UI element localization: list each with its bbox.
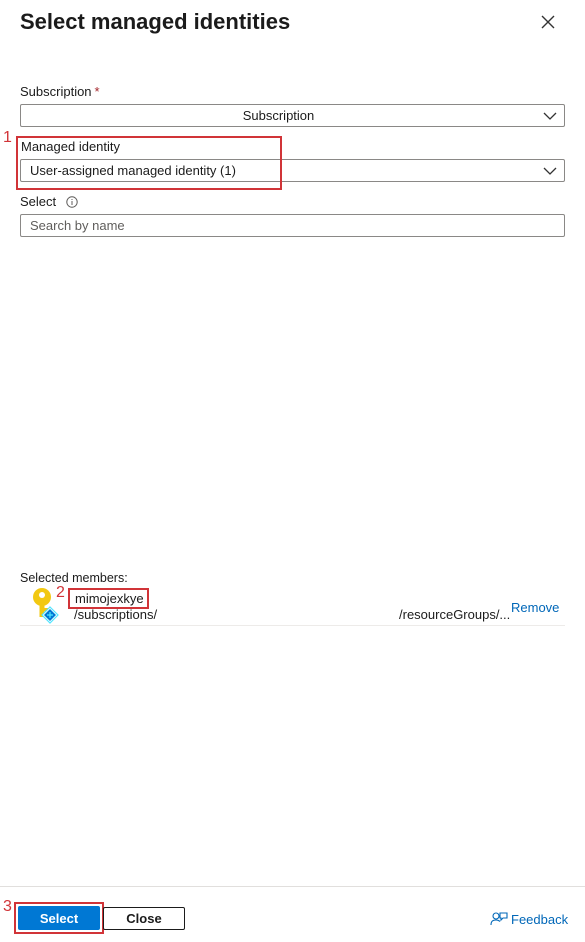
close-button[interactable]: Close [103, 907, 185, 930]
search-input[interactable]: Search by name [20, 214, 565, 237]
close-icon[interactable] [536, 10, 560, 34]
selected-members-label: Selected members: [20, 571, 128, 585]
feedback-link[interactable]: Feedback [490, 911, 568, 927]
feedback-label: Feedback [511, 911, 569, 927]
feedback-icon [490, 912, 508, 926]
footer-divider [0, 886, 585, 887]
member-path-end: /resourceGroups/... [399, 607, 511, 622]
chevron-down-icon [536, 167, 564, 175]
required-mark: * [94, 84, 100, 99]
select-label: Select [20, 194, 78, 209]
member-path-start: /subscriptions/ [74, 607, 158, 622]
annotation-step-2: 2 [56, 584, 65, 601]
annotation-step-1: 1 [3, 129, 12, 146]
managed-identity-dropdown[interactable]: User-assigned managed identity (1) [20, 159, 565, 182]
managed-identity-label: Managed identity [21, 139, 121, 154]
member-name: mimojexkye [75, 591, 144, 606]
managed-identity-value: User-assigned managed identity (1) [30, 163, 236, 178]
remove-member-link[interactable]: Remove [511, 600, 559, 615]
search-placeholder: Search by name [30, 218, 125, 233]
subscription-dropdown[interactable]: Subscription [20, 104, 565, 127]
subscription-value: Subscription [242, 108, 315, 123]
info-icon[interactable] [66, 195, 78, 208]
annotation-step-3: 3 [3, 898, 12, 915]
select-button[interactable]: Select [18, 906, 100, 930]
subscription-label: Subscription * [20, 84, 100, 99]
chevron-down-icon [536, 112, 564, 120]
panel-title: Select managed identities [20, 9, 291, 34]
list-item: mimojexkye /subscriptions/ /resourceGrou… [20, 586, 565, 626]
